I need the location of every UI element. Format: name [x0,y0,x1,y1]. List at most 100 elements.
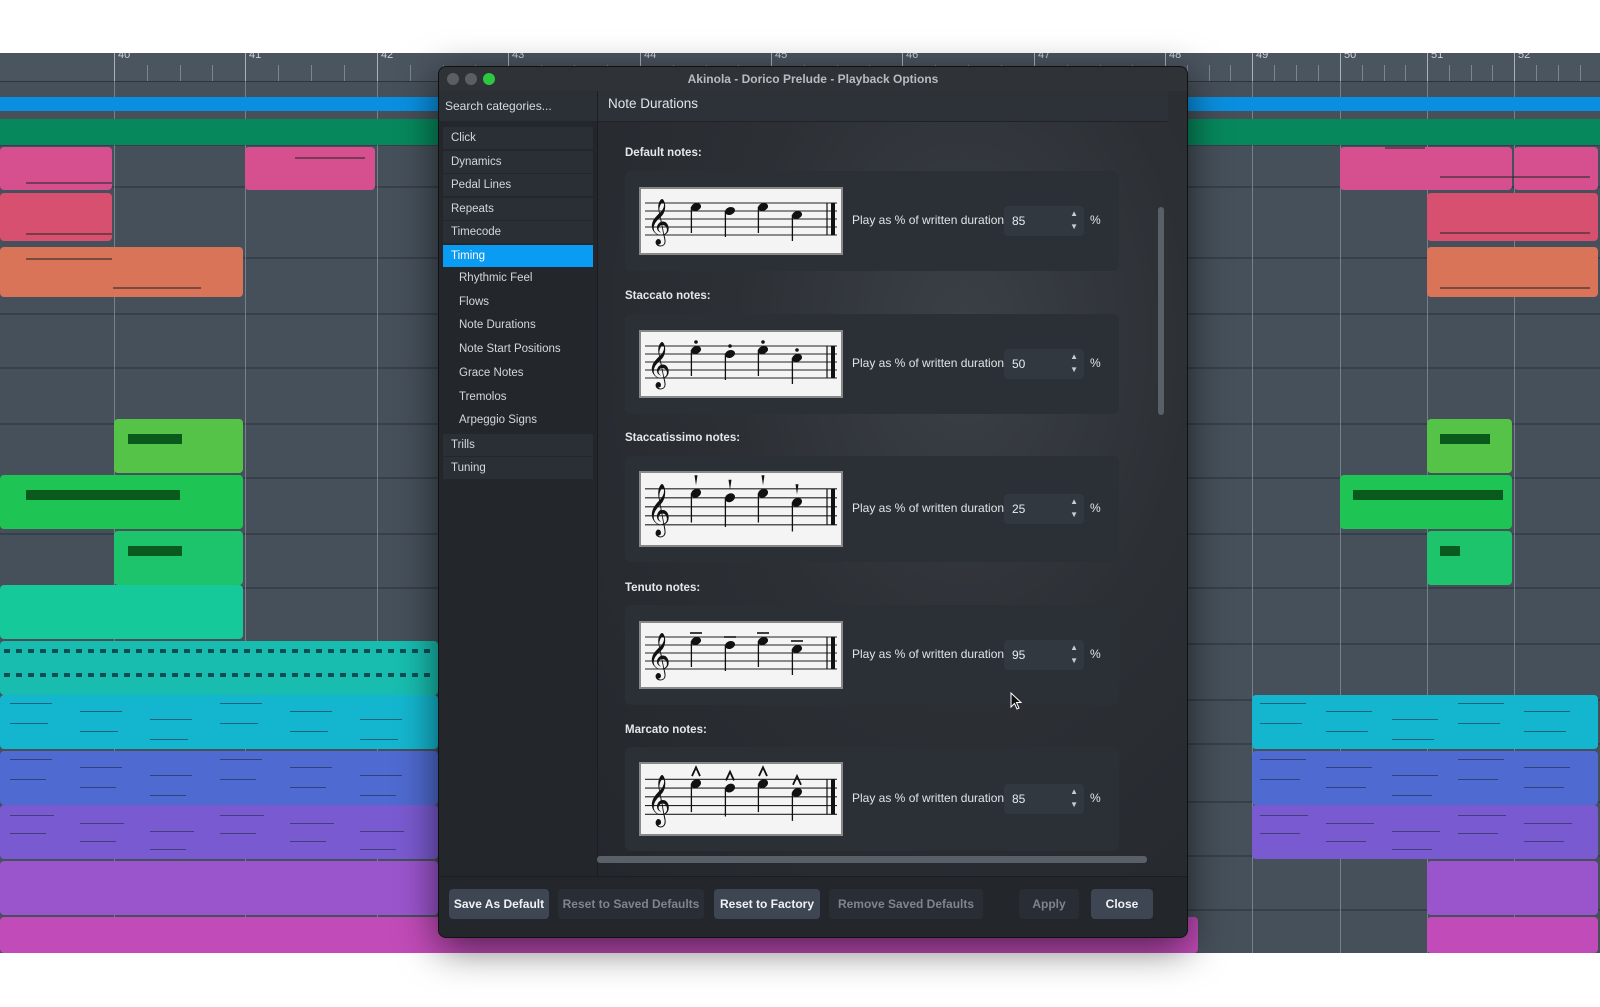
sidebar-category-tuning[interactable]: Tuning [443,457,593,480]
midi-note [1458,833,1498,834]
duration-panel-staccato: 𝄞Play as % of written duration:▲▼% [625,314,1119,414]
midi-note [124,649,130,653]
increment-arrow-icon[interactable]: ▲ [1070,643,1078,652]
midi-note [292,649,298,653]
ruler-beat-tick [1208,65,1210,81]
ruler-beat-tick [1580,65,1581,81]
decrement-arrow-icon[interactable]: ▼ [1070,222,1078,231]
increment-arrow-icon[interactable]: ▲ [1070,209,1078,218]
sidebar-category-pedal-lines[interactable]: Pedal Lines [443,174,593,196]
sidebar-subitem-grace-notes[interactable]: Grace Notes [443,362,593,384]
section-label-none: Default notes: [625,147,702,159]
reset-to-factory-button[interactable]: Reset to Factory [714,889,820,919]
title-bar: Akinola - Dorico Prelude - Playback Opti… [439,67,1187,92]
duration-percent-input[interactable] [1010,356,1064,372]
midi-note [360,831,404,832]
sidebar-subitem-arpeggio-signs[interactable]: Arpeggio Signs [443,409,593,431]
sidebar-category-dynamics[interactable]: Dynamics [443,150,593,173]
midi-region[interactable] [0,861,438,915]
midi-region[interactable] [1340,147,1512,190]
midi-note [28,649,34,653]
duration-percent-stepper[interactable]: ▲▼ [1004,784,1084,814]
duration-percent-stepper[interactable]: ▲▼ [1004,206,1084,236]
midi-region[interactable] [0,751,438,805]
duration-percent-input[interactable] [1010,213,1064,229]
ruler-beat-tick [1296,65,1297,81]
midi-region[interactable] [0,475,243,529]
midi-region[interactable] [1427,247,1598,297]
duration-percent-input[interactable] [1010,501,1064,517]
sidebar-category-trills[interactable]: Trills [443,433,593,456]
midi-note [304,673,310,677]
sidebar-category-click[interactable]: Click [443,127,593,149]
midi-note [64,649,70,653]
midi-note [80,767,122,768]
duration-percent-input[interactable] [1010,647,1064,663]
midi-note [1260,833,1300,834]
increment-arrow-icon[interactable]: ▲ [1070,352,1078,361]
horizontal-scrollbar[interactable] [597,856,1147,863]
midi-note [244,649,250,653]
duration-percent-input[interactable] [1010,791,1064,807]
ruler-bar-marker: 50 [1340,53,1356,81]
midi-region[interactable] [1427,917,1598,953]
midi-region[interactable] [1427,419,1512,473]
midi-note [412,673,418,677]
sidebar-category-timecode[interactable]: Timecode [443,221,593,243]
duration-percent-stepper[interactable]: ▲▼ [1004,349,1084,379]
midi-region[interactable] [0,695,438,749]
midi-note [148,673,154,677]
midi-note [10,833,46,834]
decrement-arrow-icon[interactable]: ▼ [1070,510,1078,519]
notation-example-image: 𝄞 [639,330,843,398]
decrement-arrow-icon[interactable]: ▼ [1070,365,1078,374]
decrement-arrow-icon[interactable]: ▼ [1070,656,1078,665]
reset-to-saved-defaults-button[interactable]: Reset to Saved Defaults [558,889,704,919]
midi-region[interactable] [1514,147,1598,190]
apply-button[interactable]: Apply [1019,889,1079,919]
midi-note [1392,795,1432,796]
sidebar-subitem-rhythmic-feel[interactable]: Rhythmic Feel [443,267,593,289]
sidebar-subitem-tremolos[interactable]: Tremolos [443,386,593,408]
midi-note [136,649,142,653]
midi-note [290,731,328,732]
midi-note [220,833,256,834]
duration-label: Play as % of written duration: [852,647,1008,661]
midi-region[interactable] [0,805,438,859]
duration-percent-stepper[interactable]: ▲▼ [1004,640,1084,670]
midi-region[interactable] [0,585,243,639]
midi-region[interactable] [1427,861,1598,915]
close-button[interactable]: Close [1091,889,1153,919]
ruler-beat-tick [1492,65,1494,81]
duration-panel-marcato: 𝄞Play as % of written duration:▲▼% [625,747,1119,851]
midi-region[interactable] [1340,475,1512,529]
midi-note [28,673,34,677]
ruler-beat-tick [1448,65,1450,81]
sidebar-subitem-note-durations[interactable]: Note Durations [443,314,593,336]
midi-region[interactable] [0,247,243,297]
midi-region[interactable] [114,419,243,473]
decrement-arrow-icon[interactable]: ▼ [1070,800,1078,809]
save-as-default-button[interactable]: Save As Default [449,889,549,919]
ruler-beat-tick [1361,65,1363,81]
midi-note [1326,823,1374,824]
midi-note [268,649,274,653]
search-categories-input[interactable] [439,91,597,121]
midi-region[interactable] [1252,805,1598,859]
sidebar-category-repeats[interactable]: Repeats [443,197,593,220]
remove-saved-defaults-button[interactable]: Remove Saved Defaults [829,889,983,919]
midi-note [76,649,82,653]
increment-arrow-icon[interactable]: ▲ [1070,787,1078,796]
midi-region[interactable] [245,147,375,190]
vertical-scrollbar[interactable] [1158,207,1164,415]
midi-note [112,649,118,653]
sidebar-category-timing[interactable]: Timing [443,244,593,267]
midi-region[interactable] [1427,531,1512,585]
increment-arrow-icon[interactable]: ▲ [1070,497,1078,506]
sidebar-subitem-note-start-positions[interactable]: Note Start Positions [443,338,593,360]
midi-note [388,673,394,677]
percent-sign: % [1090,791,1101,805]
duration-percent-stepper[interactable]: ▲▼ [1004,494,1084,524]
midi-region[interactable] [114,531,243,585]
sidebar-subitem-flows[interactable]: Flows [443,291,593,313]
